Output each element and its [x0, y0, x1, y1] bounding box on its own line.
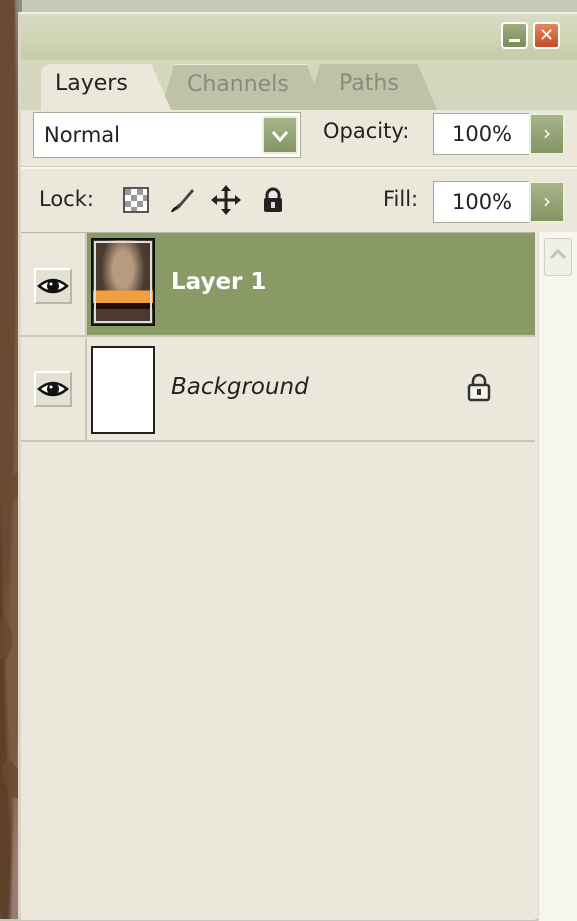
palette-title-bar[interactable]: ✕ — [21, 14, 577, 60]
layer-row-layer-1[interactable]: Layer 1 — [21, 233, 535, 337]
lock-label: Lock: — [39, 187, 94, 211]
blend-mode-value: Normal — [44, 123, 120, 147]
lock-all-padlock-icon[interactable] — [258, 185, 288, 215]
tab-label: Layers — [55, 71, 128, 96]
layer-thumbnail[interactable] — [91, 238, 155, 326]
opacity-slider-button[interactable]: › — [529, 113, 565, 155]
layer-name[interactable]: Background — [171, 374, 309, 400]
close-button[interactable]: ✕ — [533, 22, 560, 49]
layers-scrollbar[interactable] — [538, 232, 577, 921]
minimize-button[interactable] — [501, 22, 528, 49]
opacity-label: Opacity: — [323, 119, 410, 143]
chevron-up-icon — [549, 248, 567, 260]
divider — [21, 166, 577, 169]
visibility-cell — [21, 338, 87, 440]
lock-position-move-icon[interactable] — [211, 185, 241, 215]
close-icon: ✕ — [538, 25, 555, 46]
visibility-toggle[interactable] — [34, 371, 72, 407]
scroll-track[interactable] — [539, 282, 577, 921]
eye-icon — [37, 278, 69, 294]
tab-label: Paths — [339, 71, 399, 96]
fill-slider-button[interactable]: › — [529, 181, 565, 223]
layer-row-background[interactable]: Background — [21, 338, 535, 442]
layers-palette: ✕ Paths Channels Layers ▶ Normal Opacity… — [18, 12, 577, 921]
eye-icon — [37, 381, 69, 397]
opacity-input[interactable]: 100% — [433, 113, 531, 155]
visibility-cell — [21, 233, 87, 335]
layer-thumbnail[interactable] — [91, 346, 155, 434]
fill-label: Fill: — [383, 187, 419, 211]
tab-channels[interactable]: Channels — [161, 64, 326, 110]
lock-image-pixels-icon[interactable] — [167, 185, 197, 215]
layer-lock-icon — [467, 373, 491, 402]
blend-mode-dropdown[interactable]: Normal — [33, 112, 301, 158]
palette-tabs: Paths Channels Layers ▶ — [21, 60, 577, 148]
tab-label: Channels — [187, 72, 289, 97]
scroll-up-button[interactable] — [544, 238, 572, 276]
lock-transparent-pixels-icon[interactable] — [121, 185, 151, 215]
tab-paths[interactable]: Paths — [307, 64, 437, 110]
tab-layers[interactable]: Layers — [41, 64, 171, 110]
fill-input[interactable]: 100% — [433, 181, 531, 223]
chevron-right-icon: › — [543, 189, 551, 213]
layers-list: Layer 1 Background — [21, 232, 535, 920]
chevron-right-icon: › — [543, 121, 551, 145]
layer-name[interactable]: Layer 1 — [171, 269, 266, 295]
chevron-down-icon[interactable] — [262, 116, 298, 154]
visibility-toggle[interactable] — [34, 268, 72, 304]
